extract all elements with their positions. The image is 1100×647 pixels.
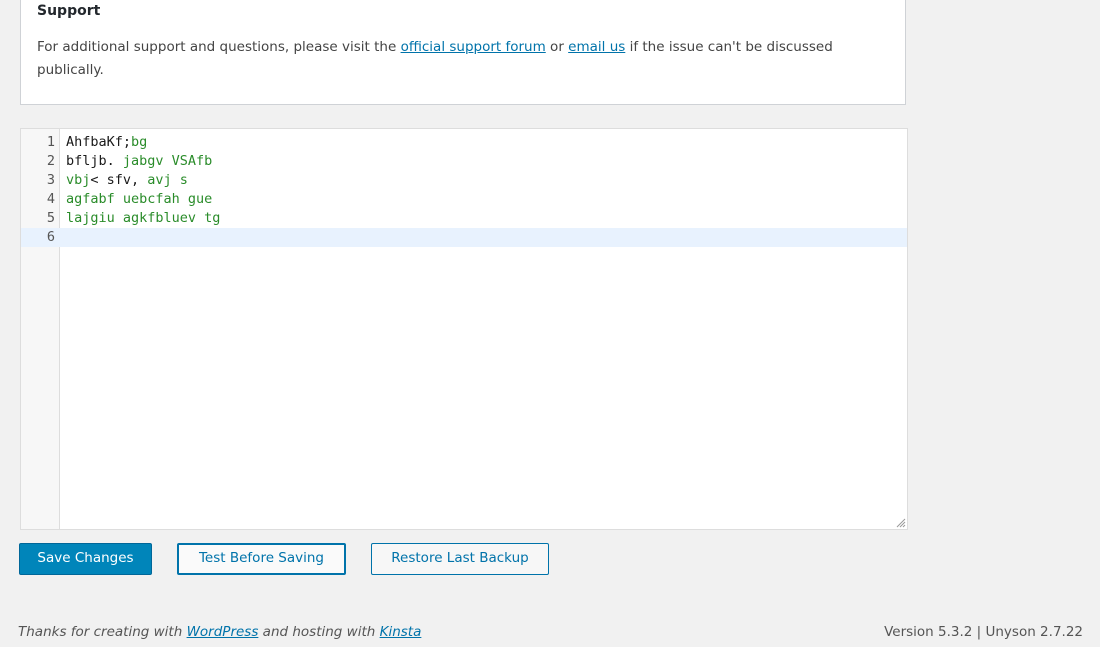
code-token: jabgv VSAfb <box>122 153 213 169</box>
code-token: bg <box>131 134 148 150</box>
line-text[interactable]: bfljb. jabgv VSAfb <box>66 152 212 171</box>
line-number: 1 <box>46 134 55 150</box>
footer-thanks-text: Thanks for creating with <box>18 624 187 640</box>
code-line[interactable]: 6 <box>21 228 907 247</box>
code-token: AhfbaKf; <box>66 134 132 150</box>
line-text[interactable]: agfabf uebcfah gue <box>66 190 212 209</box>
code-lines[interactable]: 1 AhfbaKf;bg 2 bfljb. jabgv VSAfb 3 vbj< sfv,… <box>21 133 907 247</box>
code-editor[interactable]: 1 AhfbaKf;bg 2 bfljb. jabgv VSAfb 3 vbj< sfv,… <box>20 128 908 530</box>
code-token: lajgiu agkfbluev tg <box>66 210 221 226</box>
code-line[interactable]: 2 bfljb. jabgv VSAfb <box>21 152 907 171</box>
line-number: 5 <box>46 210 55 226</box>
code-token: bfljb. <box>66 153 123 169</box>
kinsta-link[interactable]: Kinsta <box>380 624 422 640</box>
footer-hosting-text: and hosting with <box>258 624 380 640</box>
line-text[interactable]: lajgiu agkfbluev tg <box>66 209 220 228</box>
line-number: 3 <box>46 172 55 188</box>
line-number: 4 <box>46 191 55 207</box>
line-number: 6 <box>46 229 55 245</box>
test-before-saving-button[interactable]: Test Before Saving <box>177 543 346 575</box>
email-us-link[interactable]: email us <box>568 39 625 55</box>
support-text-middle: or <box>545 39 569 55</box>
code-line[interactable]: 3 vbj< sfv, avj s <box>21 171 907 190</box>
official-support-forum-link[interactable]: official support forum <box>401 39 546 55</box>
line-text[interactable]: vbj< sfv, avj s <box>66 171 188 190</box>
code-line[interactable]: 5 lajgiu agkfbluev tg <box>21 209 907 228</box>
support-text: For additional support and questions, pl… <box>37 36 857 82</box>
version-info: Version 5.3.2 | Unyson 2.7.22 <box>884 624 1083 640</box>
code-line[interactable]: 4 agfabf uebcfah gue <box>21 190 907 209</box>
line-number: 2 <box>46 153 55 169</box>
resize-handle-icon[interactable] <box>894 516 906 528</box>
support-title: Support <box>37 3 101 19</box>
code-token: agfabf uebcfah gue <box>66 191 213 207</box>
wordpress-link[interactable]: WordPress <box>187 624 259 640</box>
code-line[interactable]: 1 AhfbaKf;bg <box>21 133 907 152</box>
line-text[interactable]: AhfbaKf;bg <box>66 133 147 152</box>
save-changes-button[interactable]: Save Changes <box>19 543 152 575</box>
code-token: vbj <box>66 172 91 188</box>
code-token: avj s <box>147 172 188 188</box>
code-token: < sfv, <box>90 172 148 188</box>
footer-credits: Thanks for creating with WordPress and h… <box>18 624 421 640</box>
support-text-before: For additional support and questions, pl… <box>37 39 401 55</box>
restore-last-backup-button[interactable]: Restore Last Backup <box>371 543 549 575</box>
